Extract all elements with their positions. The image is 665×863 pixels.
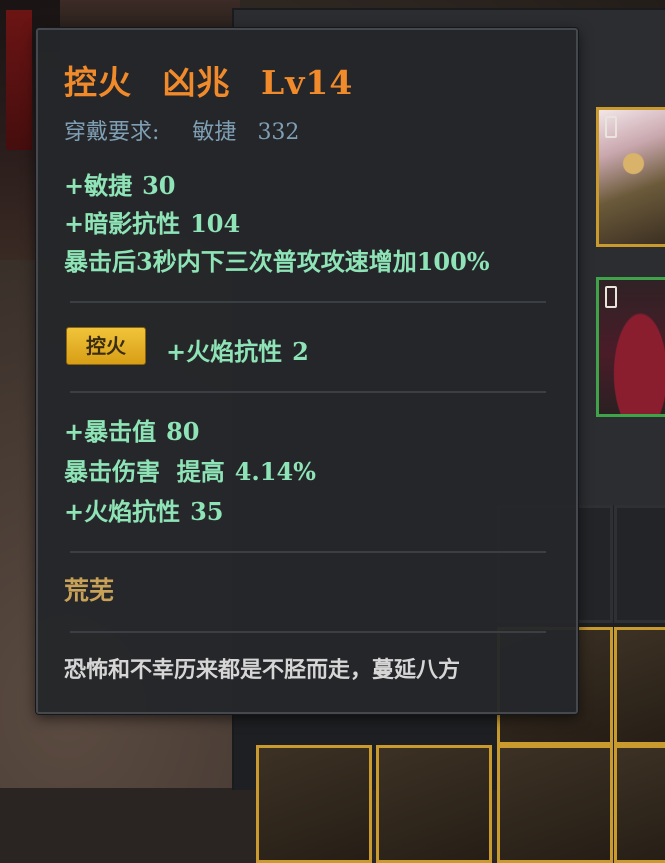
set-name: 荒芜 (64, 576, 115, 605)
equipment-slot-helmet[interactable] (596, 107, 665, 247)
base-stat-line: +敏捷 30 (64, 166, 176, 201)
inventory-slot[interactable] (376, 745, 492, 863)
inventory-slot[interactable] (256, 745, 372, 863)
red-banner-decoration (6, 10, 32, 150)
stat-value: 4.14% (234, 457, 316, 486)
inventory-slot[interactable] (614, 745, 665, 863)
item-level: Lv14 (261, 63, 354, 102)
requirement-value: 332 (257, 120, 300, 145)
divider (70, 551, 546, 553)
item-title: 控火 凶兆 Lv14 (64, 56, 371, 104)
stat-value: 104 (190, 209, 241, 238)
item-tooltip: 控火 凶兆 Lv14 穿戴要求: 敏捷 332 +敏捷 30 +暗影抗性 104 暴… (36, 28, 578, 714)
inventory-slot[interactable] (497, 745, 613, 863)
flavor-text: 恐怖和不幸历来都是不胫而走，蔓延八方 (64, 657, 461, 683)
divider (70, 391, 546, 393)
equip-requirement: 穿戴要求: 敏捷 332 (64, 114, 299, 146)
scenery-shadow (60, 0, 240, 30)
gem-stat-line: +火焰抗性 2 (166, 332, 309, 367)
stat-value: 30 (142, 171, 176, 200)
extra-stat-line: +火焰抗性 35 (64, 492, 224, 527)
stat-value: 80 (166, 417, 200, 446)
lock-icon (605, 116, 617, 138)
gem-tag: 控火 (66, 327, 146, 365)
inventory-slot[interactable] (614, 627, 665, 745)
stat-name: 暴击伤害 提高 (64, 457, 225, 486)
divider (70, 301, 546, 303)
stat-value: 35 (190, 497, 224, 526)
stat-name: +暗影抗性 (64, 209, 181, 238)
equipment-slot-boots[interactable] (596, 277, 665, 417)
special-effect: 暴击后3秒内下三次普攻攻速增加100% (64, 247, 490, 276)
inventory-slot[interactable] (614, 505, 665, 623)
stat-value: 2 (292, 337, 309, 366)
stat-name: +火焰抗性 (166, 337, 283, 366)
requirement-label: 穿戴要求: (64, 120, 160, 145)
stat-name: +暴击值 (64, 417, 157, 446)
requirement-stat: 敏捷 (192, 120, 237, 145)
extra-stat-line: 暴击伤害 提高 4.14% (64, 452, 316, 487)
item-name: 凶兆 (162, 63, 231, 102)
stat-name: +敏捷 (64, 171, 133, 200)
item-prefix: 控火 (64, 63, 132, 102)
stat-name: +火焰抗性 (64, 497, 181, 526)
lock-icon (605, 286, 617, 308)
base-stat-line: +暗影抗性 104 (64, 204, 240, 239)
extra-stat-line: +暴击值 80 (64, 412, 200, 447)
divider (70, 631, 546, 633)
